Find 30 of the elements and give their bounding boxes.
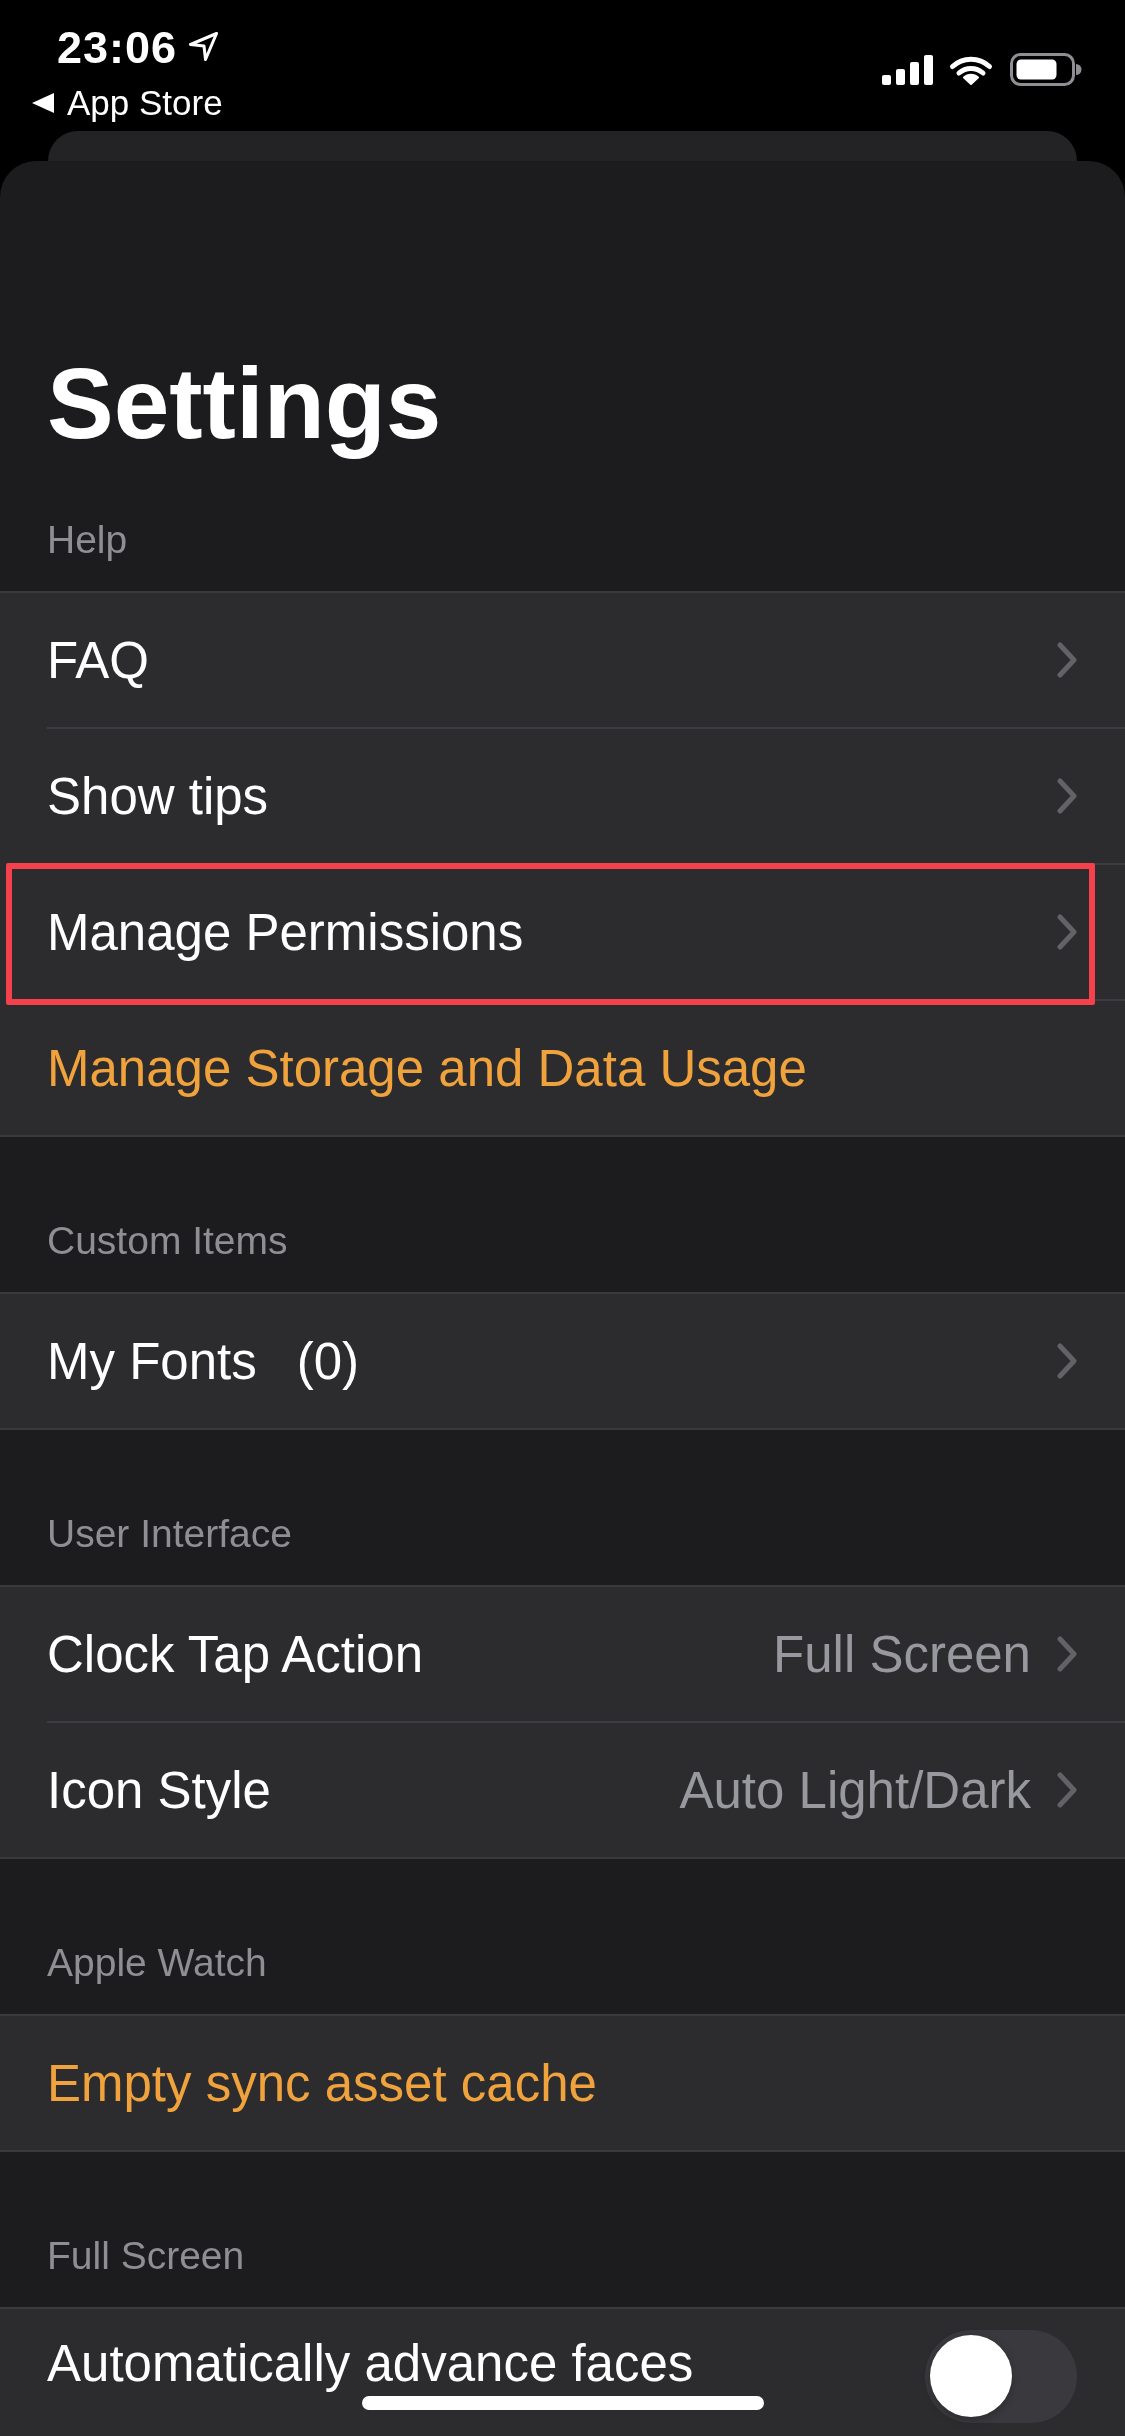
chevron-icon <box>1057 914 1077 950</box>
location-arrow-icon <box>189 31 219 61</box>
battery-icon <box>1010 53 1082 86</box>
section-header: Help <box>46 517 129 563</box>
item-count: (0) <box>296 1331 360 1391</box>
section-header: Custom Items <box>46 1218 289 1264</box>
section-header: Apple Watch <box>46 1940 268 1986</box>
settings-row[interactable]: Icon Style Auto Light/Dark <box>0 1723 1125 1857</box>
chevron-icon <box>1057 642 1077 678</box>
chevron-icon <box>1057 1636 1077 1672</box>
settings-row[interactable]: FAQ <box>0 593 1125 727</box>
page-title: Settings <box>46 346 443 461</box>
row-value: Auto Light/Dark <box>679 1760 1031 1820</box>
settings-row[interactable]: Clock Tap Action Full Screen <box>0 1587 1125 1721</box>
row-value: Full Screen <box>773 1624 1031 1684</box>
chevron-icon <box>1057 1772 1077 1808</box>
signal-icon <box>882 55 933 85</box>
row-label: Automatically advance faces <box>47 2335 694 2393</box>
settings-row[interactable]: Show tips <box>0 729 1125 863</box>
chevron-icon <box>1057 778 1077 814</box>
section-header: User Interface <box>46 1511 293 1557</box>
status-time: 23:06 <box>57 23 178 73</box>
settings-row[interactable]: My Fonts (0) <box>0 1294 1125 1428</box>
back-link[interactable]: App Store <box>32 83 223 123</box>
action-row[interactable]: Empty sync asset cache <box>0 2016 1125 2150</box>
wifi-icon <box>948 54 994 85</box>
section-header: Full Screen <box>46 2233 246 2279</box>
action-row[interactable]: Manage Storage and Data Usage <box>0 1001 1125 1135</box>
back-triangle-icon <box>32 93 54 113</box>
chevron-icon <box>1057 1343 1077 1379</box>
